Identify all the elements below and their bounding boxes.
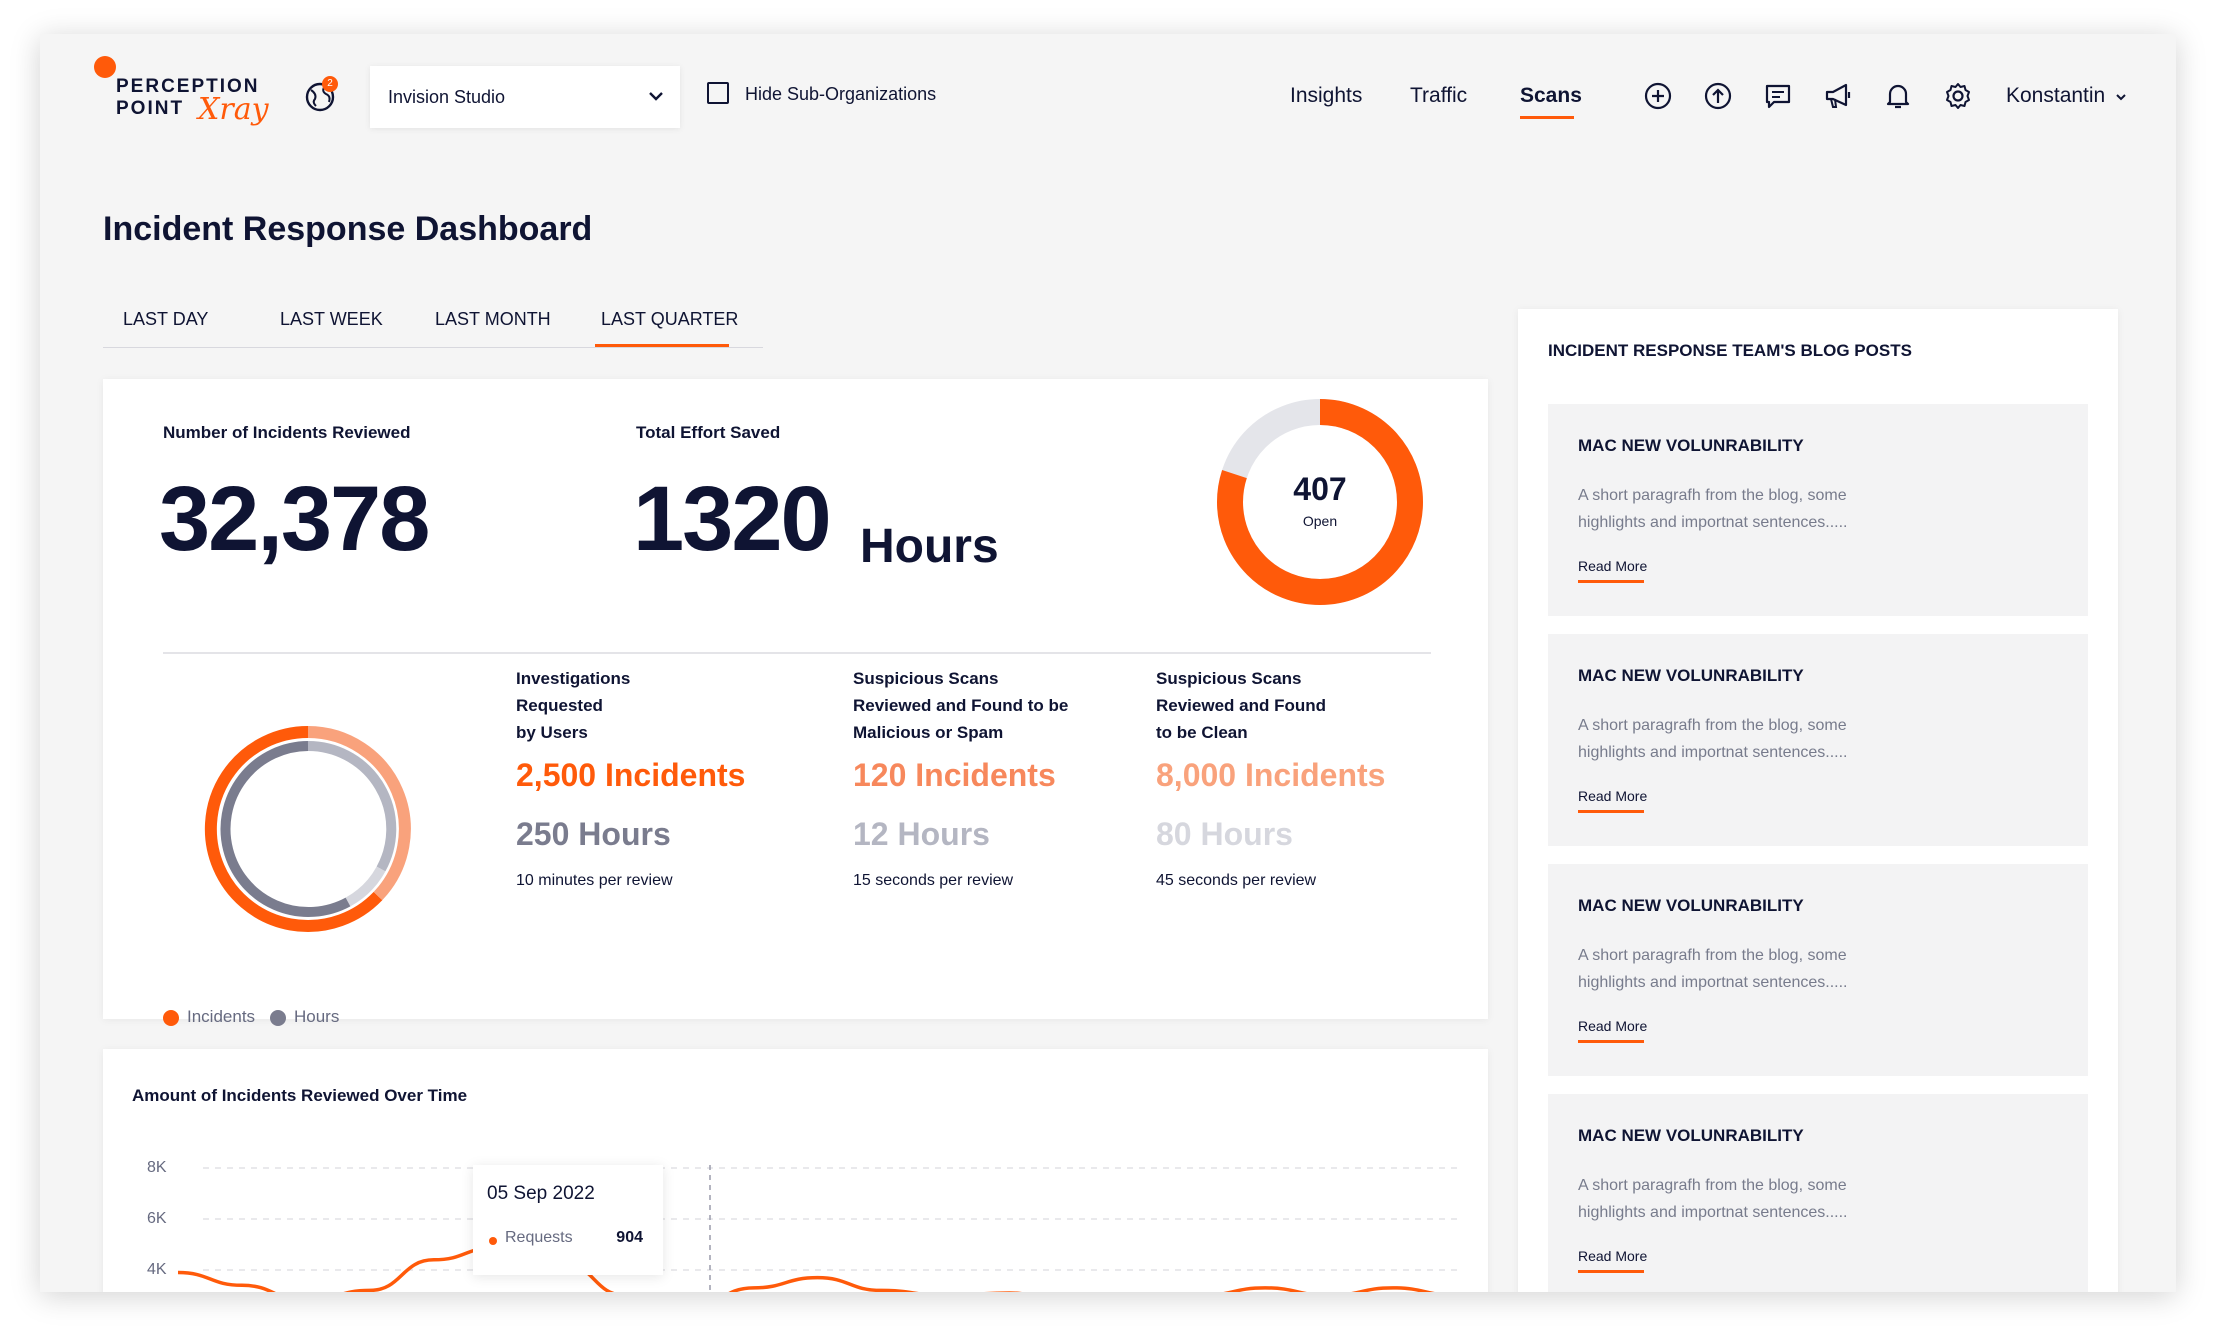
col-investigations-rate: 10 minutes per review: [516, 872, 673, 889]
user-menu[interactable]: Konstantin: [2006, 84, 2127, 108]
read-more-link[interactable]: Read More: [1578, 1018, 1647, 1034]
perception-point-logo[interactable]: PERCEPTION POINT Xray: [94, 56, 269, 136]
blog-post-title: MAC NEW VOLUNRABILITY: [1578, 666, 1804, 685]
user-name: Konstantin: [2006, 84, 2106, 107]
read-more-underline: [1578, 810, 1644, 813]
col-malicious-rate: 15 seconds per review: [853, 872, 1014, 889]
tooltip-series-dot: [489, 1237, 497, 1245]
chevron-down-icon: [649, 92, 663, 101]
megaphone-icon[interactable]: [1822, 80, 1854, 112]
organization-select-value: Invision Studio: [388, 87, 506, 107]
nav-active-indicator: [1520, 116, 1574, 119]
blog-post-excerpt: A short paragrafh from the blog, some hi…: [1578, 487, 1848, 531]
legend-hours-dot: [270, 1010, 286, 1026]
col-investigations-hours: 250 Hours: [516, 816, 671, 852]
effort-saved-label: Total Effort Saved: [636, 423, 781, 442]
blog-post-excerpt: A short paragrafh from the blog, some hi…: [1578, 717, 1848, 761]
message-icon[interactable]: [1762, 80, 1794, 112]
blog-post[interactable]: MAC NEW VOLUNRABILITY A short paragrafh …: [1548, 864, 2088, 1076]
effort-saved-unit: Hours: [860, 520, 999, 573]
incident-stats-card: Number of Incidents Reviewed 32,378 Tota…: [103, 379, 1488, 1026]
read-more-link[interactable]: Read More: [1578, 1248, 1647, 1264]
read-more-underline: [1578, 1040, 1644, 1043]
tab-last-day[interactable]: LAST DAY: [123, 309, 208, 330]
blog-panel-title: INCIDENT RESPONSE TEAM'S BLOG POSTS: [1548, 341, 1912, 360]
blog-post[interactable]: MAC NEW VOLUNRABILITY A short paragrafh …: [1548, 1094, 2088, 1292]
bell-icon[interactable]: [1882, 80, 1914, 112]
read-more-underline: [1578, 1270, 1644, 1273]
organization-select[interactable]: Invision Studio: [370, 66, 680, 128]
page-title: Incident Response Dashboard: [103, 210, 593, 248]
effort-saved-value: 1320: [633, 468, 832, 570]
donut-hours-segment: [220, 741, 351, 917]
col-clean-rate: 45 seconds per review: [1156, 872, 1317, 889]
incidents-hours-donut: [204, 726, 411, 932]
col-clean-incidents: 8,000 Incidents: [1156, 757, 1386, 793]
tooltip-value: 904: [616, 1229, 643, 1246]
blog-post-title: MAC NEW VOLUNRABILITY: [1578, 1126, 1804, 1145]
col-malicious-heading: Suspicious Scans Reviewed and Found to be…: [853, 669, 1069, 742]
gear-icon[interactable]: [1942, 80, 1974, 112]
incidents-over-time-card: Amount of Incidents Reviewed Over Time 8…: [103, 1049, 1488, 1292]
tab-active-indicator: [595, 344, 729, 347]
col-investigations-incidents: 2,500 Incidents: [516, 757, 746, 793]
upload-icon[interactable]: [1702, 80, 1734, 112]
notification-badge: 2: [322, 76, 338, 92]
read-more-underline: [1578, 580, 1644, 583]
open-incidents-count: 407: [1293, 471, 1347, 507]
legend-incidents-label: Incidents: [187, 1007, 256, 1026]
col-investigations-heading: Investigations Requested by Users: [516, 669, 631, 742]
logo-line2: POINT: [116, 98, 185, 119]
col-clean-heading: Suspicious Scans Reviewed and Found to be …: [1156, 669, 1327, 742]
stats-divider: [163, 652, 1431, 654]
blog-post-title: MAC NEW VOLUNRABILITY: [1578, 436, 1804, 455]
blog-post[interactable]: MAC NEW VOLUNRABILITY A short paragrafh …: [1548, 404, 2088, 616]
plus-circle-icon[interactable]: [1642, 80, 1674, 112]
app-window: PERCEPTION POINT Xray 2 Invision Studio …: [40, 34, 2176, 1292]
incidents-reviewed-value: 32,378: [159, 468, 430, 570]
read-more-link[interactable]: Read More: [1578, 788, 1647, 804]
tab-last-week[interactable]: LAST WEEK: [280, 309, 383, 330]
chart-tooltip: 05 Sep 2022 Requests 904: [473, 1165, 663, 1275]
hide-sub-organizations-label: Hide Sub-Organizations: [745, 84, 937, 104]
col-malicious-hours: 12 Hours: [853, 816, 990, 852]
col-malicious-incidents: 120 Incidents: [853, 757, 1056, 793]
tooltip-date: 05 Sep 2022: [487, 1183, 595, 1204]
incidents-reviewed-label: Number of Incidents Reviewed: [163, 423, 411, 442]
blog-posts-panel: INCIDENT RESPONSE TEAM'S BLOG POSTS MAC …: [1518, 309, 2118, 1292]
logo-dot: [94, 56, 116, 78]
chevron-down-icon: [2116, 94, 2126, 101]
open-incidents-label: Open: [1302, 513, 1338, 529]
blog-post-excerpt: A short paragrafh from the blog, some hi…: [1578, 947, 1848, 991]
legend-incidents-dot: [163, 1010, 179, 1026]
read-more-link[interactable]: Read More: [1578, 558, 1647, 574]
incidents-line-chart[interactable]: [103, 1049, 1488, 1292]
blog-post[interactable]: MAC NEW VOLUNRABILITY A short paragrafh …: [1548, 634, 2088, 846]
tooltip-series: Requests: [505, 1229, 573, 1246]
tab-last-quarter[interactable]: LAST QUARTER: [601, 309, 738, 330]
blog-post-title: MAC NEW VOLUNRABILITY: [1578, 896, 1804, 915]
logo-script: Xray: [198, 92, 269, 127]
blog-post-excerpt: A short paragrafh from the blog, some hi…: [1578, 1177, 1848, 1221]
nav-traffic[interactable]: Traffic: [1410, 84, 1467, 108]
legend-hours-label: Hours: [294, 1007, 340, 1026]
col-clean-hours: 80 Hours: [1156, 816, 1293, 852]
hide-sub-organizations-checkbox[interactable]: [707, 82, 729, 104]
nav-insights[interactable]: Insights: [1290, 84, 1362, 108]
tab-last-month[interactable]: LAST MONTH: [435, 309, 551, 330]
tabs-divider: [103, 347, 763, 348]
nav-scans[interactable]: Scans: [1520, 84, 1582, 108]
